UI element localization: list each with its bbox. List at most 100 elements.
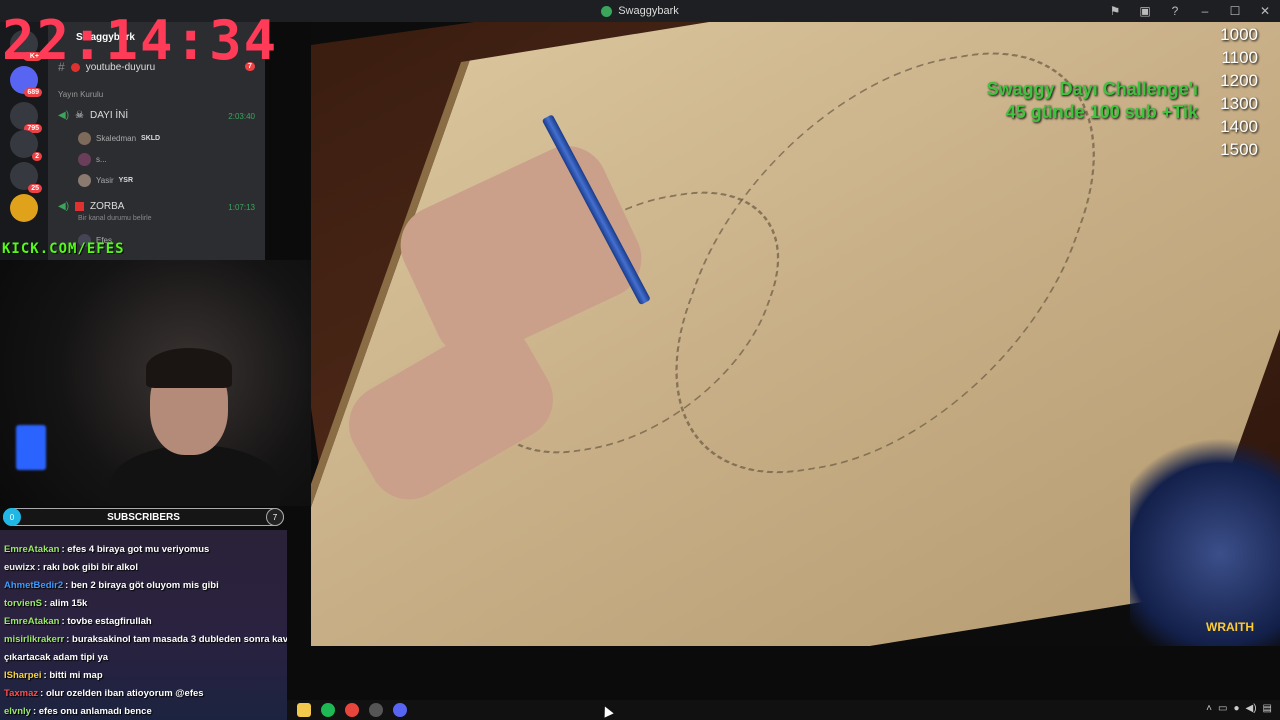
goal-item: 1400 [1220, 116, 1258, 136]
chat-text: rakı bok gibi bir alkol [42, 562, 138, 573]
subscribers-label: SUBSCRIBERS [107, 511, 180, 523]
avatar [78, 132, 91, 145]
network-icon[interactable]: ▭ [1218, 703, 1227, 714]
file-explorer-icon[interactable] [297, 703, 311, 717]
chat-username[interactable]: misirlikrakerr [4, 634, 64, 645]
streamer-hair [146, 348, 232, 388]
chat-text: efes onu anlamadı bence [38, 706, 152, 717]
help-icon[interactable]: ? [1160, 0, 1190, 22]
goal-item: 1000 [1220, 25, 1258, 44]
goal-item: 1500 [1220, 139, 1258, 159]
category-label[interactable]: Yayın Kurulu [58, 90, 103, 99]
speaker-icon: ◀) [58, 110, 70, 121]
maximize-button[interactable]: ☐ [1220, 0, 1250, 22]
notification-icon[interactable]: ▤ [1263, 703, 1272, 714]
webcam [0, 260, 311, 506]
voice-member[interactable]: Skaledman SKLD [78, 132, 160, 145]
chat-message: AhmetBedir2: ben 2 biraya göt oluyom mis… [4, 580, 287, 591]
server-icon[interactable] [10, 194, 38, 222]
server-icon[interactable]: 2 [10, 130, 42, 161]
challenge-line1: Swaggy Dayı Challenge'ı [986, 79, 1198, 99]
challenge-text: Swaggy Dayı Challenge'ı 45 günde 100 sub… [987, 78, 1198, 123]
system-tray: ˄ ▭ ● ◀) ▤ [1206, 703, 1272, 714]
chat-username[interactable]: EmreAtakan [4, 616, 59, 627]
chat-username[interactable]: AhmetBedir2 [4, 580, 63, 591]
chat-username[interactable]: EmreAtakan [4, 544, 59, 555]
chat-text: alim 15k [49, 598, 88, 609]
close-button[interactable]: ✕ [1250, 0, 1280, 22]
stream-clock: 22:14:34 [2, 9, 279, 72]
voice-member[interactable]: s... [78, 153, 107, 166]
chat-text: buraksakinol tam masada 3 dubleden sonra… [72, 634, 287, 645]
chat-text: tovbe estagfirullah [67, 616, 152, 627]
taskbar: ˄ ▭ ● ◀) ▤ [287, 700, 1280, 720]
spotify-icon[interactable] [321, 703, 335, 717]
blue-light [16, 425, 46, 470]
member-tag: SKLD [141, 135, 161, 142]
avatar [78, 153, 91, 166]
challenge-line2: 45 günde 100 sub +Tik [1005, 101, 1198, 122]
minimize-button[interactable]: – [1190, 0, 1220, 22]
voice-channel-dayi[interactable]: ◀) ☠ DAYI İNİ [58, 110, 128, 121]
chat-text: olur ozelden iban atioyorum @efes [45, 688, 204, 699]
chat-message: Taxmaz: olur ozelden iban atioyorum @efe… [4, 688, 287, 699]
voice-channel-zorba[interactable]: ◀) ZORBA [58, 201, 124, 212]
kick-url: KICK.COM/EFES [2, 241, 125, 257]
server-badge: 689 [24, 88, 42, 97]
chat-message: torvienS: alim 15k [4, 598, 287, 609]
chat-overlay: EmreAtakan: efes 4 biraya got mu veriyom… [0, 530, 287, 720]
chat-username[interactable]: euwizx [4, 562, 35, 573]
chat-text: ben 2 biraya göt oluyom mis gibi [70, 580, 219, 591]
chat-message: misirlikrakerr: buraksakinol tam masada … [4, 634, 287, 645]
chat-message: çıkartacak adam tipi ya [4, 652, 287, 663]
goal-item: 1200 [1220, 70, 1258, 90]
server-icon[interactable]: 795 [10, 102, 42, 133]
chat-username[interactable]: torvienS [4, 598, 42, 609]
sub-count-start: 0 [3, 508, 21, 526]
chat-username[interactable]: ISharpei [4, 670, 42, 681]
voice-timer: 2:03:40 [228, 112, 255, 121]
voice-timer: 1:07:13 [228, 203, 255, 212]
chat-text: efes 4 biraya got mu veriyomus [67, 544, 210, 555]
voice-member[interactable]: Yasir YSR [78, 174, 133, 187]
goal-item: 1300 [1220, 93, 1258, 113]
chat-username[interactable]: Taxmaz [4, 688, 38, 699]
screen-icon[interactable]: ▣ [1130, 0, 1160, 22]
window-controls: ⚑ ▣ ? – ☐ ✕ [1100, 0, 1280, 22]
subscribers-bar: 0 SUBSCRIBERS 7 [3, 508, 284, 526]
chat-message: EmreAtakan: efes 4 biraya got mu veriyom… [4, 544, 287, 555]
mic-icon[interactable]: ● [1233, 703, 1239, 714]
sub-goals: 1000 1100 1200 1300 1400 1500 [1220, 24, 1258, 162]
volume-icon[interactable]: ◀) [1246, 703, 1257, 714]
chat-message: EmreAtakan: tovbe estagfirullah [4, 616, 287, 627]
chat-text: çıkartacak adam tipi ya [4, 652, 109, 663]
voice-channel-name: ZORBA [90, 201, 125, 212]
channel-status[interactable]: Bir kanal durumu belirle [78, 215, 152, 222]
inbox-icon[interactable]: ⚑ [1100, 0, 1130, 22]
chevron-up-icon[interactable]: ˄ [1206, 703, 1212, 714]
speaker-icon: ◀) [58, 201, 70, 212]
member-name: Yasir [96, 176, 114, 185]
avatar [78, 174, 91, 187]
app-title: Swaggybark [601, 5, 679, 17]
member-name: Skaledman [96, 134, 137, 143]
chrome-icon[interactable] [345, 703, 359, 717]
chat-message: euwizx: rakı bok gibi bir alkol [4, 562, 287, 573]
server-badge: 25 [28, 184, 42, 193]
discord-taskbar-icon[interactable] [393, 703, 407, 717]
flag-icon [75, 202, 85, 211]
chat-message: ISharpei: bitti mi map [4, 670, 287, 681]
wraith-logo: WRAITH [1206, 620, 1254, 634]
chat-username[interactable]: elvnly [4, 706, 31, 717]
app-icon[interactable] [369, 703, 383, 717]
skull-icon: ☠ [75, 110, 84, 121]
discord-icon [601, 5, 613, 17]
server-icon[interactable]: 25 [10, 162, 42, 193]
sub-count-goal: 7 [266, 508, 284, 526]
voice-channel-name: DAYI İNİ [90, 110, 129, 121]
chat-message: elvnly: efes onu anlamadı bence [4, 706, 287, 717]
app-title-text: Swaggybark [618, 5, 679, 17]
mousepad [1130, 416, 1280, 646]
chat-text: bitti mi map [49, 670, 103, 681]
member-name: s... [96, 155, 107, 164]
